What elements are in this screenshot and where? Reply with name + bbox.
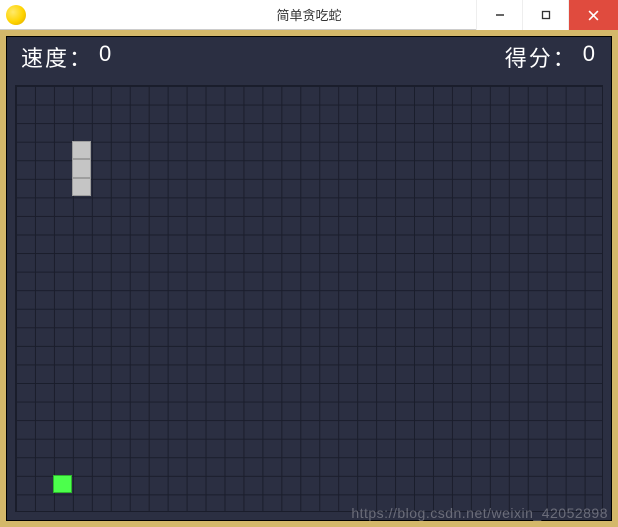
window-title: 简单贪吃蛇 bbox=[276, 5, 341, 24]
close-button[interactable] bbox=[568, 0, 618, 30]
snake-segment bbox=[72, 141, 91, 160]
food bbox=[53, 475, 72, 494]
speed-value: 0 bbox=[99, 41, 113, 73]
game-area[interactable]: 速度： 0 得分： 0 bbox=[6, 36, 612, 521]
score-label: 得分： bbox=[505, 41, 577, 73]
window-controls bbox=[476, 0, 618, 30]
hud: 速度： 0 得分： 0 bbox=[7, 37, 611, 77]
close-icon bbox=[588, 10, 599, 21]
speed-label: 速度： bbox=[21, 41, 93, 73]
speed-display: 速度： 0 bbox=[21, 41, 113, 73]
score-display: 得分： 0 bbox=[505, 41, 597, 73]
minimize-icon bbox=[495, 10, 505, 20]
app-icon bbox=[6, 5, 26, 25]
score-value: 0 bbox=[583, 41, 597, 73]
game-grid bbox=[15, 85, 603, 512]
snake-segment bbox=[72, 178, 91, 197]
maximize-icon bbox=[541, 10, 551, 20]
maximize-button[interactable] bbox=[522, 0, 568, 30]
titlebar: 简单贪吃蛇 bbox=[0, 0, 618, 30]
minimize-button[interactable] bbox=[476, 0, 522, 30]
grid-lines bbox=[15, 85, 603, 512]
snake-segment bbox=[72, 159, 91, 178]
